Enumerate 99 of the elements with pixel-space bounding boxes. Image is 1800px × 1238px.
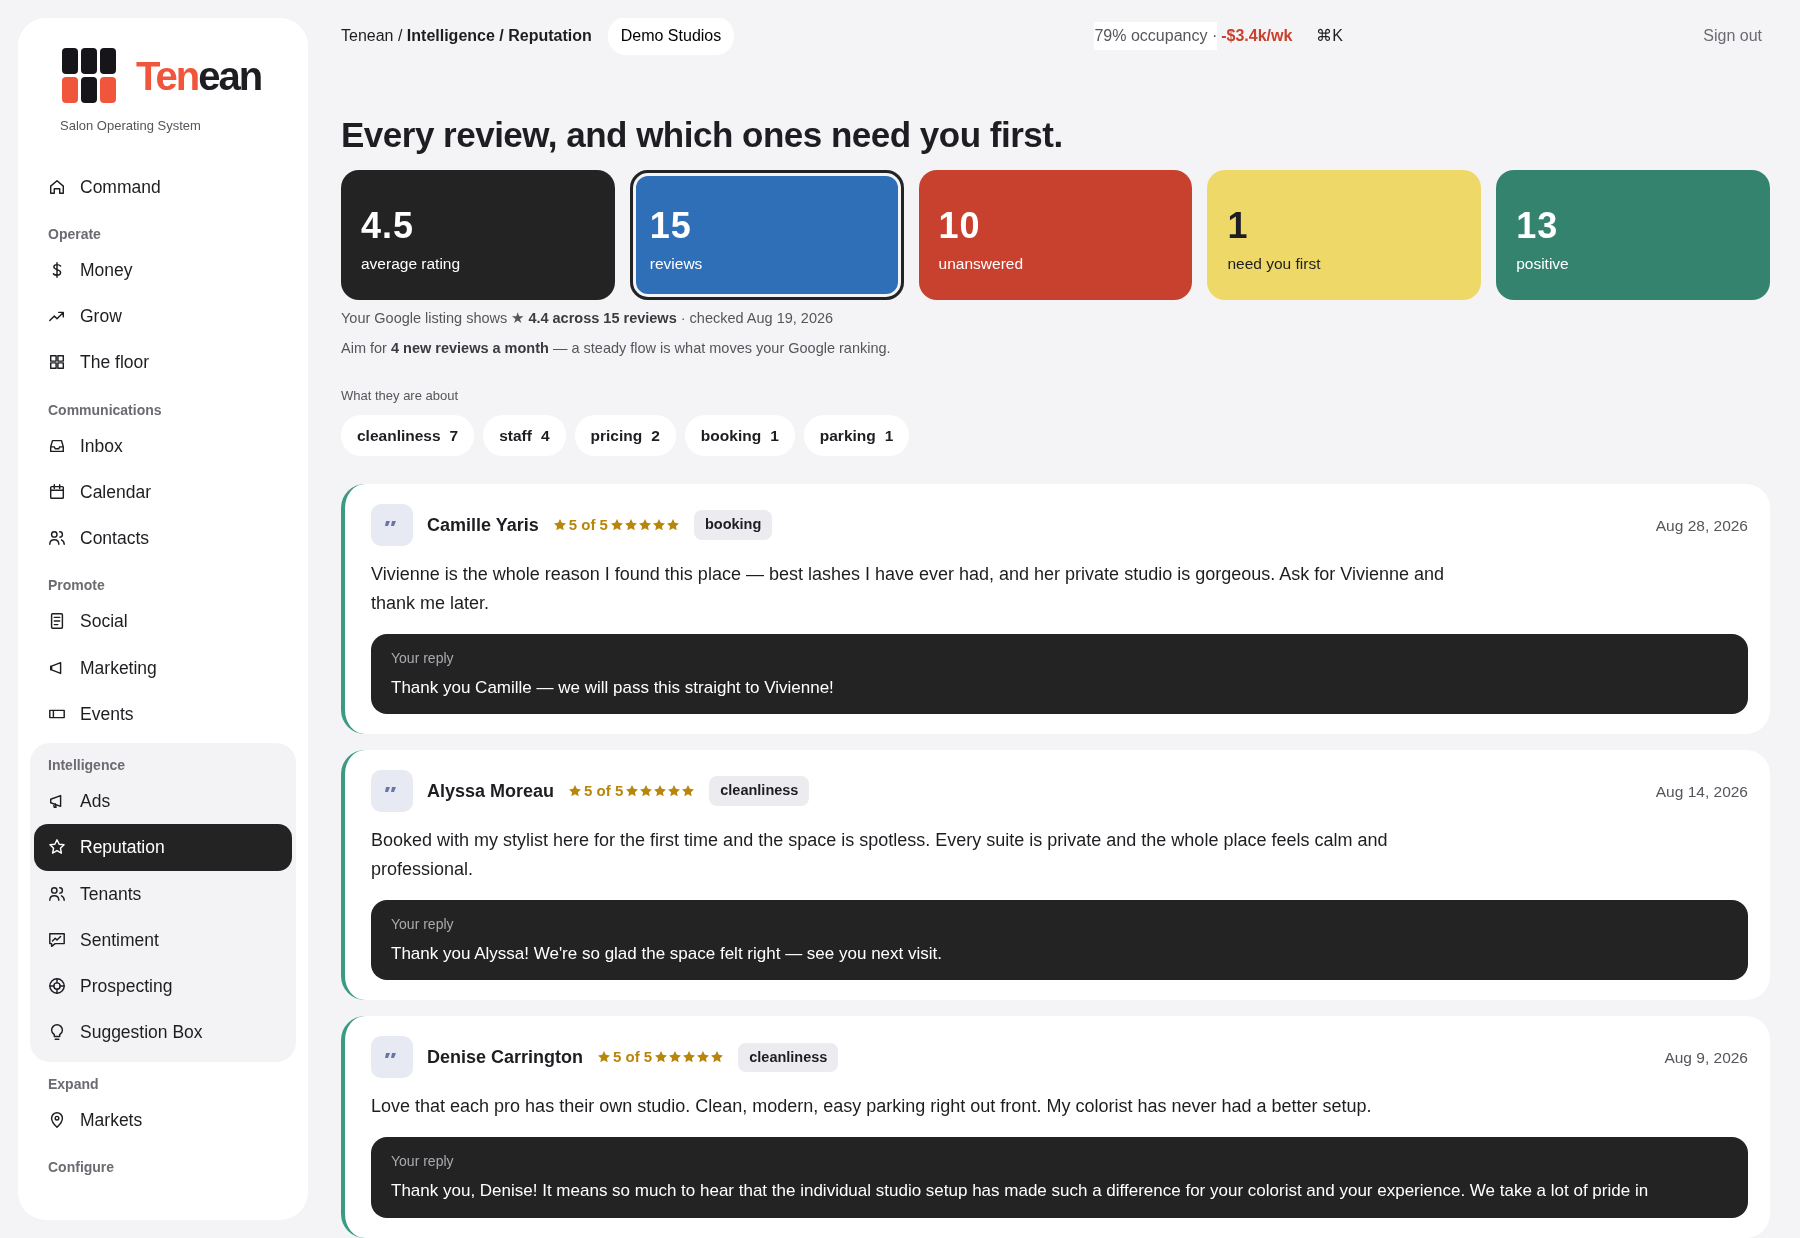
nav-item[interactable]: Markets: [34, 1096, 292, 1143]
review-text: Vivienne is the whole reason I found this place — best lashes I have ever had, and her private studio is gorgeous. Ask for Vivienne and thank me later.: [371, 563, 1445, 616]
lightbulb-icon: [48, 1023, 66, 1042]
quote-icon: [371, 504, 413, 547]
sign-out-link[interactable]: Sign out: [1703, 24, 1762, 48]
star-icon: [639, 784, 654, 799]
star-icon: [668, 1050, 683, 1065]
nav-item[interactable]: The floor: [34, 339, 292, 386]
quote-icon: [371, 1036, 413, 1079]
chat-icon: [48, 930, 66, 949]
breadcrumb: Tenean / Intelligence / Reputation: [341, 26, 592, 46]
topic-tag: cleanliness: [738, 1042, 839, 1073]
star-icon: [625, 784, 640, 799]
nav-section-heading: Configure: [47, 1157, 116, 1177]
star-icon: [665, 518, 680, 533]
nav-item[interactable]: Command: [34, 163, 292, 210]
star-icon: [654, 1050, 669, 1065]
star-icon: [681, 784, 696, 799]
topic-tag: booking: [693, 510, 773, 541]
occupancy-text: 79% occupancy ·: [1094, 22, 1218, 50]
target-icon: [48, 977, 66, 996]
nav-item[interactable]: Contacts: [34, 515, 292, 562]
logo-icon: [62, 48, 116, 104]
nav-item[interactable]: Calendar: [34, 468, 292, 515]
reply-text: Thank you, Denise! It means so much to hear that the individual studio setup has made such a difference for your colorist and your experience. We take a lot of pride in: [391, 1180, 1650, 1203]
people-icon: [48, 529, 66, 548]
nav-section-heading: Expand: [47, 1074, 100, 1094]
star-icon: [651, 518, 666, 533]
star-icon: [710, 1050, 725, 1065]
note-text: Your Google listing shows ★ 4.4 across 15 reviews · checked Aug 19, 2026: [341, 309, 835, 328]
nav-item[interactable]: Sentiment: [34, 916, 292, 963]
star-icon: [682, 1050, 697, 1065]
grid-icon: [48, 353, 66, 372]
topic-tag: cleanliness: [709, 776, 810, 807]
stat-card[interactable]: 1 need you first: [1207, 170, 1482, 300]
review-date: Aug 14, 2026: [1655, 781, 1748, 802]
reviewer-name: Denise Carrington: [427, 1045, 584, 1069]
reply-text: Thank you Camille — we will pass this straight to Vivienne!: [391, 676, 835, 699]
star-icon: [653, 784, 668, 799]
star-icon: [568, 784, 583, 799]
rating-text: 5 of 5: [584, 781, 624, 802]
calendar-icon: [48, 482, 66, 501]
section-label: What they are about: [341, 386, 460, 405]
page-title: Every review, and which ones need you first.: [341, 114, 1064, 156]
reviewer-name: Camille Yaris: [427, 513, 539, 537]
star-icon: [637, 518, 652, 533]
review-text: Love that each pro has their own studio. Clean, modern, easy parking right out front. My colorist has never had a better setup.: [371, 1095, 1373, 1119]
nav-item[interactable]: Marketing: [34, 644, 292, 691]
stat-card[interactable]: 4.5 average rating: [341, 170, 615, 300]
nav-item[interactable]: Tenants: [34, 870, 292, 917]
star-icon: [667, 784, 682, 799]
stat-card[interactable]: 13 positive: [1496, 170, 1770, 300]
reply-label: Your reply: [391, 914, 455, 934]
topic-chip[interactable]: pricing 2: [574, 415, 676, 457]
reviewer-name: Alyssa Moreau: [427, 779, 555, 803]
nav-section-heading: Promote: [47, 576, 106, 596]
topic-chip[interactable]: parking 1: [803, 415, 910, 457]
topic-chip[interactable]: cleanliness 7: [341, 415, 475, 457]
rating-text: 5 of 5: [613, 1047, 653, 1068]
reply-text: Thank you Alyssa! We're so glad the space felt right — see you next visit.: [391, 942, 943, 965]
nav-item[interactable]: Ads: [34, 778, 292, 825]
star-icon: [609, 518, 624, 533]
tagline: Salon Operating System: [59, 117, 202, 135]
people-icon: [48, 884, 66, 903]
nav-section-heading: Communications: [47, 400, 163, 420]
star-icon: [48, 838, 66, 857]
nav-section-heading: Operate: [47, 224, 102, 244]
review-text: Booked with my stylist here for the first time and the space is spotless. Every suite is private and the whole place feels calm and professional.: [371, 829, 1389, 882]
nav-item[interactable]: Reputation: [34, 824, 292, 871]
quote-icon: [371, 770, 413, 813]
star-icon: [623, 518, 638, 533]
nav-item[interactable]: Events: [34, 690, 292, 737]
reply-label: Your reply: [391, 1152, 455, 1172]
topic-chip[interactable]: booking 1: [684, 415, 795, 457]
reply-label: Your reply: [391, 648, 455, 668]
nav-item[interactable]: Suggestion Box: [34, 1009, 292, 1056]
revenue-delta: -$3.4k/wk: [1221, 26, 1293, 46]
review-date: Aug 28, 2026: [1655, 515, 1748, 536]
rating-text: 5 of 5: [568, 515, 608, 535]
document-icon: [48, 612, 66, 631]
topic-chip[interactable]: staff 4: [483, 415, 566, 457]
stat-card[interactable]: 10 unanswered: [918, 170, 1193, 300]
review-date: Aug 9, 2026: [1664, 1047, 1748, 1068]
workspace-button[interactable]: Demo Studios: [607, 18, 735, 55]
nav-item[interactable]: Money: [34, 246, 292, 293]
nav-item[interactable]: Social: [34, 598, 292, 645]
nav-item[interactable]: Prospecting: [34, 963, 292, 1010]
home-icon: [48, 177, 66, 196]
stat-card[interactable]: 15 reviews: [629, 170, 904, 300]
pin-icon: [48, 1110, 66, 1129]
star-icon: [696, 1050, 711, 1065]
shortcut-hint: ⌘K: [1316, 26, 1344, 46]
nav-section-heading: Intelligence: [47, 756, 127, 775]
star-icon: [552, 518, 567, 533]
nav-item[interactable]: Inbox: [34, 422, 292, 469]
note-text: Aim for 4 new reviews a month — a steady flow is what moves your Google ranking.: [341, 338, 892, 358]
logo-wordmark: Tenean: [136, 56, 262, 96]
nav-item[interactable]: Grow: [34, 293, 292, 340]
star-icon: [597, 1050, 612, 1065]
